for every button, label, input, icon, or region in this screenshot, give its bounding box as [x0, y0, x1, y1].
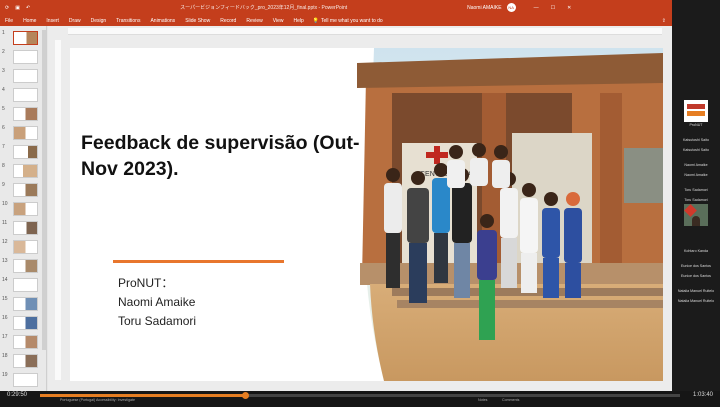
accessibility-status[interactable]: Accessibility: Investigate: [96, 398, 135, 402]
title-underline: [113, 260, 284, 263]
lightbulb-icon: 💡: [312, 17, 320, 24]
thumbnail-1[interactable]: 1: [0, 30, 40, 49]
participant-name: ProNUT: [689, 123, 703, 127]
current-time: 0:29:50: [7, 392, 28, 398]
avatar[interactable]: NA: [506, 3, 516, 12]
minimize-icon[interactable]: —: [534, 5, 539, 11]
autosave-icon[interactable]: ⟳: [5, 5, 9, 11]
slide-thumbnail-pane: 1 2 3 4 5 6 7 8 9 10 11 12 13 14 15 16 1…: [0, 26, 47, 391]
tab-help[interactable]: Help: [288, 18, 308, 24]
comments-button[interactable]: Comments: [502, 398, 519, 402]
thumbnail-2[interactable]: 2: [0, 49, 40, 68]
author-label: ProNUT：: [118, 276, 174, 290]
save-icon[interactable]: ▣: [15, 5, 20, 11]
title-bar: ⟳ ▣ ↶ スーパービジョンフィードバック_pro_2023年12月_final…: [0, 0, 672, 15]
participant-name: Katsutoshi Saito: [683, 148, 709, 152]
thumbnail-scrollbar[interactable]: [42, 30, 46, 350]
thumbnail-11[interactable]: 11: [0, 220, 40, 239]
slide-title[interactable]: Feedback de supervisão (Out-Nov 2023).: [81, 130, 371, 182]
thumbnail-19[interactable]: 19: [0, 372, 40, 391]
thumbnail-16[interactable]: 16: [0, 315, 40, 334]
tell-me-search[interactable]: Tell me what you want to do: [321, 18, 383, 24]
thumbnail-3[interactable]: 3: [0, 68, 40, 87]
participant-name: Natalia Manuel Ruitelo: [677, 289, 715, 293]
thumbnail-7[interactable]: 7: [0, 144, 40, 163]
language-status[interactable]: Portuguese (Portugal): [60, 398, 95, 402]
document-title: スーパービジョンフィードバック_pro_2023年12月_final.pptx …: [180, 5, 348, 11]
status-bar: Portuguese (Portugal) Accessibility: Inv…: [48, 398, 672, 407]
thumbnail-14[interactable]: 14: [0, 277, 40, 296]
thumbnail-4[interactable]: 4: [0, 87, 40, 106]
participant-name: Natalia Manuel Ruitelo: [677, 299, 715, 303]
vertical-ruler: [55, 40, 61, 380]
ribbon-tabs: File Home Insert Draw Design Transitions…: [0, 15, 672, 26]
thumbnail-5[interactable]: 5: [0, 106, 40, 125]
tab-draw[interactable]: Draw: [64, 18, 86, 24]
maximize-icon[interactable]: ☐: [551, 5, 555, 11]
thumbnail-8[interactable]: 8: [0, 163, 40, 182]
thumbnail-18[interactable]: 18: [0, 353, 40, 372]
thumbnail-13[interactable]: 13: [0, 258, 40, 277]
author-name: Toru Sadamori: [118, 314, 197, 328]
thumbnail-6[interactable]: 6: [0, 125, 40, 144]
participants-panel: ProNUT Katsutoshi Saito Katsutoshi Saito…: [672, 0, 720, 391]
tab-view[interactable]: View: [268, 18, 289, 24]
participant-name: Toru Sadamori: [684, 188, 708, 192]
tab-slide-show[interactable]: Slide Show: [180, 18, 215, 24]
participant-video[interactable]: [684, 204, 708, 226]
powerpoint-window: ⟳ ▣ ↶ スーパービジョンフィードバック_pro_2023年12月_final…: [0, 0, 672, 391]
thumbnail-17[interactable]: 17: [0, 334, 40, 353]
user-name: Naomi AMAIKE: [467, 4, 502, 11]
tab-animations[interactable]: Animations: [145, 18, 180, 24]
participant-video[interactable]: [684, 100, 708, 122]
group-photo-image: CENTRO DE SAÚDE: [357, 48, 663, 381]
participant-name: Kohtaro Kanda: [684, 249, 708, 253]
participant-name: Eunice dos Santos: [681, 264, 711, 268]
total-time: 1:03:40: [693, 392, 714, 398]
thumbnail-12[interactable]: 12: [0, 239, 40, 258]
participant-name: Eunice dos Santos: [681, 274, 711, 278]
tab-design[interactable]: Design: [86, 18, 112, 24]
thumbnail-10[interactable]: 10: [0, 201, 40, 220]
author-name: Naomi Amaike: [118, 295, 196, 309]
undo-icon[interactable]: ↶: [26, 5, 30, 11]
participant-name: Toru Sadamori: [684, 198, 708, 202]
close-icon[interactable]: ✕: [567, 5, 571, 11]
logo-image: [687, 104, 705, 109]
person-silhouette: [692, 216, 700, 226]
tab-file[interactable]: File: [0, 18, 18, 24]
thumbnail-15[interactable]: 15: [0, 296, 40, 315]
horizontal-ruler: [68, 28, 662, 35]
participant-name: Katsutoshi Saito: [683, 138, 709, 142]
tab-record[interactable]: Record: [215, 18, 241, 24]
participant-name: Naomi Amaike: [684, 163, 708, 167]
seek-bar-fill: [40, 394, 245, 397]
tab-home[interactable]: Home: [18, 18, 41, 24]
tab-insert[interactable]: Insert: [41, 18, 64, 24]
tab-review[interactable]: Review: [241, 18, 267, 24]
notes-button[interactable]: Notes: [478, 398, 487, 402]
author-block[interactable]: ProNUT： Naomi Amaike Toru Sadamori: [118, 274, 196, 331]
share-icon[interactable]: ⇪: [662, 18, 666, 24]
current-slide[interactable]: CENTRO DE SAÚDE Feedback de supervisão (…: [70, 48, 663, 381]
thumbnail-9[interactable]: 9: [0, 182, 40, 201]
tab-transitions[interactable]: Transitions: [111, 18, 145, 24]
participant-name: Naomi Amaike: [684, 173, 708, 177]
